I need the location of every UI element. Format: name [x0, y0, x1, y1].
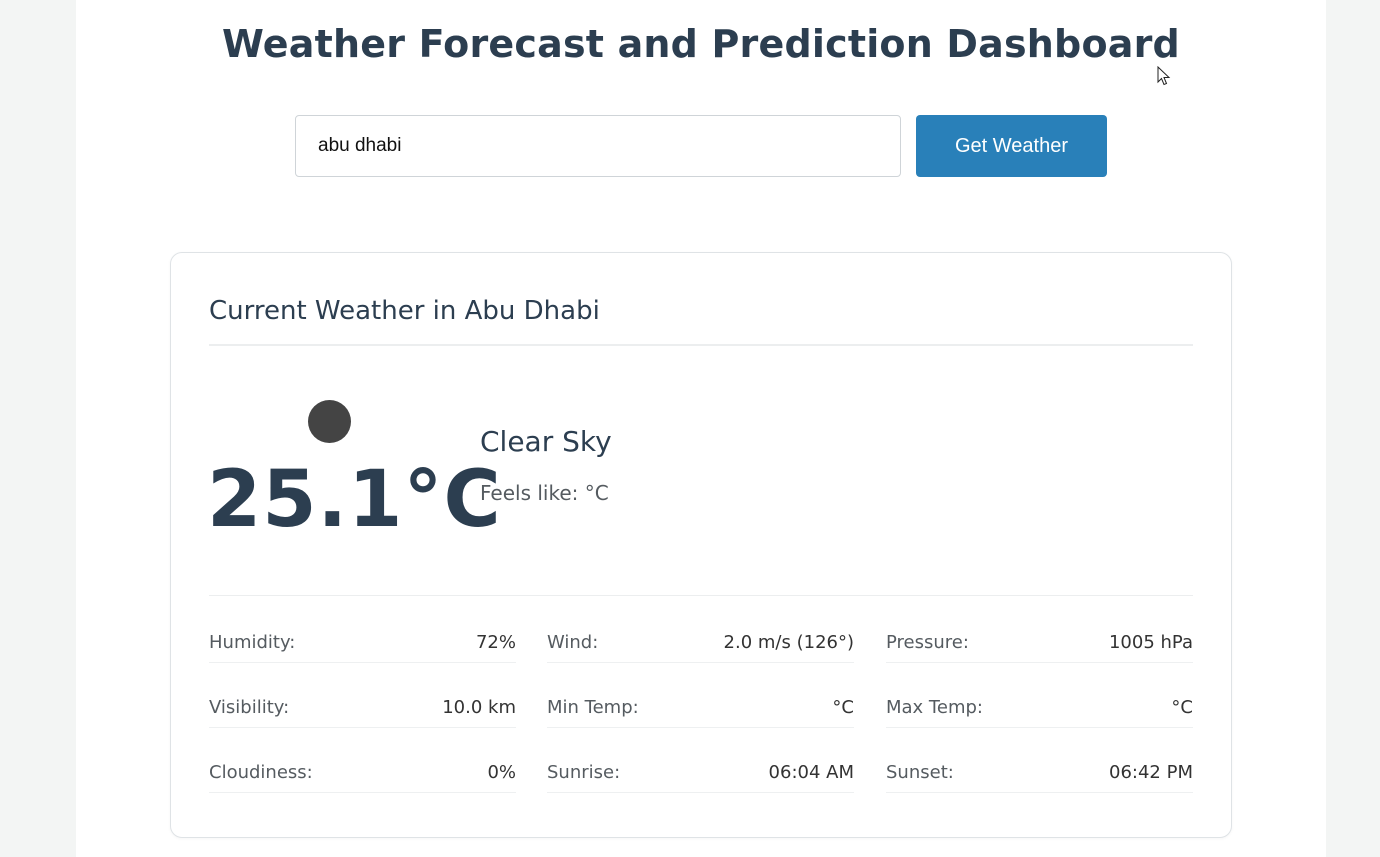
detail-label: Humidity: — [209, 632, 296, 653]
current-weather-card: Current Weather in Abu Dhabi 25.1°C Clea… — [170, 252, 1232, 838]
detail-label: Visibility: — [209, 697, 290, 718]
detail-label: Sunset: — [886, 762, 954, 783]
detail-value: 1005 hPa — [1108, 632, 1193, 653]
detail-visibility: Visibility: 10.0 km — [209, 691, 516, 728]
feels-like: Feels like: °C — [480, 481, 609, 505]
mouse-cursor-icon — [1157, 66, 1171, 86]
page-title: Weather Forecast and Prediction Dashboar… — [222, 22, 1180, 66]
detail-value: 2.0 m/s (126°) — [723, 632, 854, 653]
detail-max-temp: Max Temp: °C — [886, 691, 1193, 728]
current-weather-title: Current Weather in Abu Dhabi — [209, 296, 600, 326]
weather-condition: Clear Sky — [480, 425, 612, 458]
detail-cloudiness: Cloudiness: 0% — [209, 756, 516, 793]
detail-pressure: Pressure: 1005 hPa — [886, 626, 1193, 663]
detail-label: Pressure: — [886, 632, 969, 653]
get-weather-button[interactable]: Get Weather — [916, 115, 1107, 177]
detail-value: 06:04 AM — [768, 762, 854, 783]
detail-value: 0% — [487, 762, 516, 783]
weather-condition-icon — [308, 400, 351, 443]
details-divider — [209, 595, 1193, 596]
title-divider — [209, 344, 1193, 346]
detail-value: 06:42 PM — [1109, 762, 1193, 783]
detail-label: Cloudiness: — [209, 762, 313, 783]
detail-min-temp: Min Temp: °C — [547, 691, 854, 728]
current-temperature: 25.1°C — [207, 455, 502, 545]
detail-label: Wind: — [547, 632, 599, 653]
page-container: Weather Forecast and Prediction Dashboar… — [76, 0, 1326, 857]
detail-label: Max Temp: — [886, 697, 983, 718]
city-search-input[interactable] — [295, 115, 901, 177]
detail-wind: Wind: 2.0 m/s (126°) — [547, 626, 854, 663]
detail-value: °C — [1171, 697, 1193, 718]
detail-value: °C — [832, 697, 854, 718]
detail-value: 10.0 km — [442, 697, 516, 718]
detail-sunrise: Sunrise: 06:04 AM — [547, 756, 854, 793]
detail-sunset: Sunset: 06:42 PM — [886, 756, 1193, 793]
detail-humidity: Humidity: 72% — [209, 626, 516, 663]
detail-label: Sunrise: — [547, 762, 621, 783]
detail-value: 72% — [475, 632, 516, 653]
detail-label: Min Temp: — [547, 697, 639, 718]
